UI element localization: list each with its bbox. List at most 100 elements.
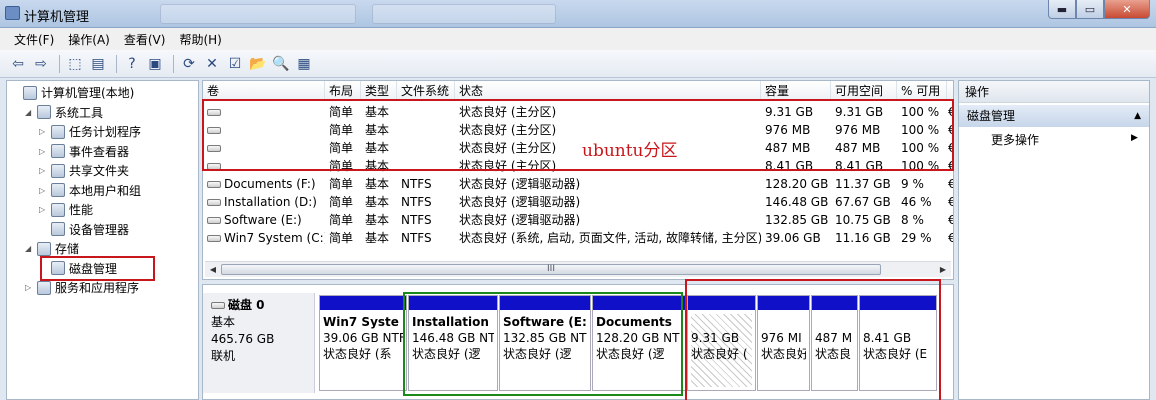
horizontal-scrollbar[interactable]: ◀ III ▶	[205, 261, 951, 277]
disk-size: 465.76 GB	[211, 332, 275, 346]
tree-item[interactable]: 计算机管理(本地)	[11, 83, 134, 102]
show-tree-icon[interactable]: ▤	[88, 54, 108, 74]
maximize-button[interactable]: ▭	[1076, 0, 1104, 19]
column-header[interactable]: 文件系统	[397, 81, 455, 101]
partition-block[interactable]: 8.41 GB 状态良好 (E	[859, 295, 937, 391]
partition-color-bar	[500, 296, 590, 310]
table-row[interactable]: 简单基本状态良好 (主分区)487 MB487 MB100 %€	[203, 139, 953, 157]
tree-item[interactable]: ▷ 性能	[39, 200, 93, 219]
properties-pane-icon[interactable]: ▣	[145, 54, 165, 74]
table-cell: 简单	[329, 159, 354, 173]
tree-item[interactable]: ▷ 事件查看器	[39, 142, 129, 161]
partition-status: 状态良好 (系	[323, 347, 392, 361]
tree-expand-icon[interactable]: ▷	[39, 127, 49, 136]
menu-view[interactable]: 查看(V)	[124, 31, 166, 48]
disk-icon[interactable]: ▦	[294, 54, 314, 74]
open-icon[interactable]: 📂	[248, 54, 268, 74]
table-row[interactable]: Win7 System (C:) 简单 基本 NTFS 状态良好 (系统, 启动, 页面…	[203, 229, 953, 247]
scroll-left-icon[interactable]: ◀	[207, 264, 219, 275]
collapse-arrow-icon[interactable]: ▲	[1134, 105, 1141, 127]
actions-pane: 操作 磁盘管理 ▲ 更多操作 ▶	[958, 80, 1150, 400]
tree-expand-icon[interactable]: ▷	[39, 147, 49, 156]
table-row[interactable]: 简单基本状态良好 (主分区)8.41 GB8.41 GB100 %€	[203, 157, 953, 175]
table-row[interactable]: 简单基本状态良好 (主分区)976 MB976 MB100 %€	[203, 121, 953, 139]
partition-block[interactable]: 976 MI 状态良好	[757, 295, 810, 391]
tree-item[interactable]: 磁盘管理	[39, 259, 117, 278]
menu-help[interactable]: 帮助(H)	[179, 31, 221, 48]
tree-item-label: 计算机管理(本地)	[41, 86, 135, 100]
tree-expand-icon[interactable]: ▷	[39, 166, 49, 175]
tree-item[interactable]: ◢ 系统工具	[25, 103, 103, 122]
close-button[interactable]: ✕	[1104, 0, 1150, 19]
column-header[interactable]: 类型	[361, 81, 397, 101]
table-row[interactable]: Documents (F:) 简单 基本 NTFS 状态良好 (逻辑驱动器) 128.20…	[203, 175, 953, 193]
partition-info: Win7 Syste 39.06 GB NTFS 状态良好 (系	[323, 314, 403, 387]
actions-header: 操作	[959, 81, 1149, 103]
partition-size: 976 MI	[761, 331, 802, 345]
partition-size: 39.06 GB NTFS	[323, 331, 403, 345]
tree-item[interactable]: ▷ 本地用户和组	[39, 181, 141, 200]
disk-name-text: 磁盘 0	[228, 298, 265, 312]
table-cell: 基本	[365, 195, 390, 209]
column-header[interactable]: 状态	[455, 81, 761, 101]
table-cell: Installation (D:)	[203, 193, 325, 211]
table-cell: 11.16 GB	[835, 231, 891, 245]
background-tab	[160, 4, 356, 24]
properties-icon[interactable]: ☑	[225, 54, 245, 74]
tree-item[interactable]: 设备管理器	[39, 220, 129, 239]
table-cell: Software (E:)	[203, 211, 325, 229]
menu-action[interactable]: 操作(A)	[68, 31, 110, 48]
partition-block[interactable]: 9.31 GB 状态良好 (	[687, 295, 756, 391]
actions-section-disk-management[interactable]: 磁盘管理 ▲	[959, 105, 1149, 127]
table-row[interactable]: 简单基本 状态良好 (主分区) 9.31 GB 9.31 GB 100 % €	[203, 103, 953, 121]
tree-item-label: 共享文件夹	[69, 164, 130, 178]
menu-file[interactable]: 文件(F)	[14, 31, 54, 48]
partition-block[interactable]: Software (E: 132.85 GB NT 状态良好 (逻	[499, 295, 591, 391]
table-row[interactable]: Installation (D:) 简单 基本 NTFS 状态良好 (逻辑驱动器) 146…	[203, 193, 953, 211]
minimize-button[interactable]: ▬	[1048, 0, 1076, 19]
delete-icon[interactable]: ✕	[202, 54, 222, 74]
partition-info: Software (E: 132.85 GB NT 状态良好 (逻	[503, 314, 587, 387]
partition-color-bar	[593, 296, 685, 310]
tree-expand-icon[interactable]: ▷	[39, 205, 49, 214]
tree-item-label: 磁盘管理	[69, 261, 118, 276]
partition-block[interactable]: Documents 128.20 GB NT 状态良好 (逻	[592, 295, 686, 391]
volume-icon	[207, 145, 221, 152]
column-header[interactable]: 可用空间	[831, 81, 897, 101]
tree-item[interactable]: ▷ 服务和应用程序	[25, 278, 139, 297]
scroll-thumb[interactable]: III	[221, 264, 881, 275]
column-header[interactable]	[947, 81, 953, 101]
tree-expand-icon[interactable]: ▷	[25, 283, 35, 292]
table-cell: Win7 System (C:)	[203, 229, 325, 247]
column-header[interactable]: 卷	[203, 81, 325, 101]
tree-expand-icon[interactable]: ▷	[39, 186, 49, 195]
tree-expand-icon[interactable]: ◢	[25, 108, 35, 117]
partition-block[interactable]: 487 M 状态良	[811, 295, 858, 391]
partition-size: 146.48 GB NT	[412, 331, 494, 345]
partition-info: 487 M 状态良	[815, 314, 854, 387]
partition-block[interactable]: Win7 Syste 39.06 GB NTFS 状态良好 (系	[319, 295, 407, 391]
tree-expand-icon[interactable]: ◢	[25, 244, 35, 253]
partition-block[interactable]: Installation 146.48 GB NT 状态良好 (逻	[408, 295, 498, 391]
column-header[interactable]: 容量	[761, 81, 831, 101]
tree-item[interactable]: ◢ 存储	[25, 239, 79, 258]
help-icon[interactable]: ?	[122, 54, 142, 74]
table-cell: NTFS	[401, 177, 432, 191]
column-header[interactable]: % 可用	[897, 81, 947, 101]
tree-node-icon	[51, 163, 65, 178]
forward-arrow-icon[interactable]: ⇨	[31, 54, 51, 74]
tree-item[interactable]: ▷ 任务计划程序	[39, 122, 141, 141]
search-icon[interactable]: 🔍	[271, 54, 291, 74]
more-actions-item[interactable]: 更多操作	[991, 131, 1039, 148]
table-cell: 状态良好 (逻辑驱动器)	[459, 177, 581, 191]
refresh-icon[interactable]: ⟳	[179, 54, 199, 74]
scroll-right-icon[interactable]: ▶	[937, 264, 949, 275]
folder-up-icon[interactable]: ⬚	[65, 54, 85, 74]
table-cell: 976 MB	[765, 123, 811, 137]
tree-item[interactable]: ▷ 共享文件夹	[39, 161, 129, 180]
back-arrow-icon[interactable]: ⇦	[8, 54, 28, 74]
column-header[interactable]: 布局	[325, 81, 361, 101]
partition-name: Installation	[412, 315, 489, 329]
table-row[interactable]: Software (E:) 简单 基本 NTFS 状态良好 (逻辑驱动器) 132.85 …	[203, 211, 953, 229]
table-cell: 67.67 GB	[835, 195, 891, 209]
